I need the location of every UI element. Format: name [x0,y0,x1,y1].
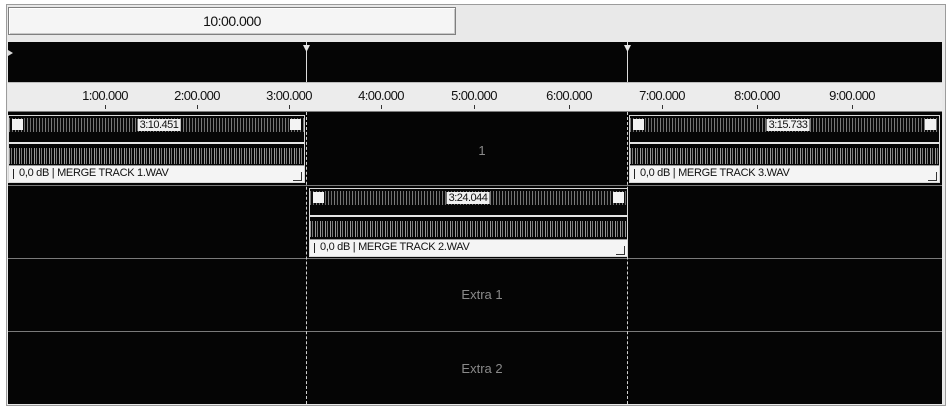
ruler-tick-mark [381,105,382,109]
track-divider [8,185,942,186]
track-divider [8,258,942,259]
fade-out-handle[interactable] [613,192,624,203]
track-marker-1[interactable] [303,42,310,82]
project-length-value: 10:00.000 [203,13,261,29]
waveform [9,142,304,144]
marker-flag-icon[interactable] [624,45,631,52]
track-label-1: 1 [478,143,486,158]
marker-bar[interactable] [8,42,942,82]
resize-handle[interactable] [293,172,302,181]
track-divider [8,331,942,332]
waveform [310,221,627,237]
track-area[interactable]: 1 Extra 1 Extra 2 3:10.451 0,0 dB | MERG… [8,112,942,404]
fade-out-handle[interactable] [290,119,301,130]
ruler-tick-mark [852,105,853,109]
fade-out-handle[interactable] [925,119,936,130]
project-length-field[interactable]: 10:00.000 [8,7,456,35]
ruler-tick-mark [289,105,290,109]
clip-footer: 0,0 dB | MERGE TRACK 1.WAV [9,165,304,182]
clip-length: 3:24.044 [446,192,490,204]
ruler-tick-label: 4:00.000 [358,88,404,103]
audio-clip-merge-track-2[interactable]: 3:24.044 0,0 dB | MERGE TRACK 2.WAV [309,188,628,257]
waveform [310,215,627,217]
marker-flag-icon[interactable] [303,45,310,52]
time-ruler[interactable]: 1:00.000 2:00.000 3:00.000 4:00.000 5:00… [8,82,942,112]
ruler-tick-mark [197,105,198,109]
start-marker-icon[interactable] [8,50,13,56]
clip-label: 0,0 dB | MERGE TRACK 2.WAV [320,241,470,253]
ruler-tick-label: 2:00.000 [174,88,220,103]
marker-line [306,112,307,404]
fade-in-handle[interactable] [313,192,324,203]
waveform [630,142,939,144]
waveform [630,148,939,164]
fade-in-handle[interactable] [12,119,23,130]
clip-label: 0,0 dB | MERGE TRACK 1.WAV [19,167,169,179]
resize-handle[interactable] [616,246,625,255]
ruler-tick-label: 6:00.000 [546,88,592,103]
ruler-tick-label: 1:00.000 [82,88,128,103]
ruler-tick-mark [569,105,570,109]
clip-length: 3:10.451 [137,119,181,131]
clip-footer: 0,0 dB | MERGE TRACK 2.WAV [310,239,627,256]
ruler-tick-mark [757,105,758,109]
ruler-tick-label: 8:00.000 [734,88,780,103]
audio-clip-merge-track-3[interactable]: 3:15.733 0,0 dB | MERGE TRACK 3.WAV [629,115,940,183]
clip-length: 3:15.733 [766,119,810,131]
ruler-tick-mark [105,105,106,109]
marker-line [627,112,628,404]
track-label-extra-1: Extra 1 [461,287,503,302]
audio-clip-merge-track-1[interactable]: 3:10.451 0,0 dB | MERGE TRACK 1.WAV [8,115,305,183]
ruler-tick-label: 9:00.000 [829,88,875,103]
ruler-tick-mark [474,105,475,109]
waveform [9,148,304,164]
ruler-tick-label: 5:00.000 [451,88,497,103]
ruler-tick-label: 3:00.000 [266,88,312,103]
ruler-tick-label: 7:00.000 [639,88,685,103]
fade-in-handle[interactable] [633,119,644,130]
track-marker-2[interactable] [624,42,631,82]
ruler-tick-mark [662,105,663,109]
clip-label: 0,0 dB | MERGE TRACK 3.WAV [640,167,790,179]
resize-handle[interactable] [928,172,937,181]
track-label-extra-2: Extra 2 [461,361,503,376]
clip-footer: 0,0 dB | MERGE TRACK 3.WAV [630,165,939,182]
